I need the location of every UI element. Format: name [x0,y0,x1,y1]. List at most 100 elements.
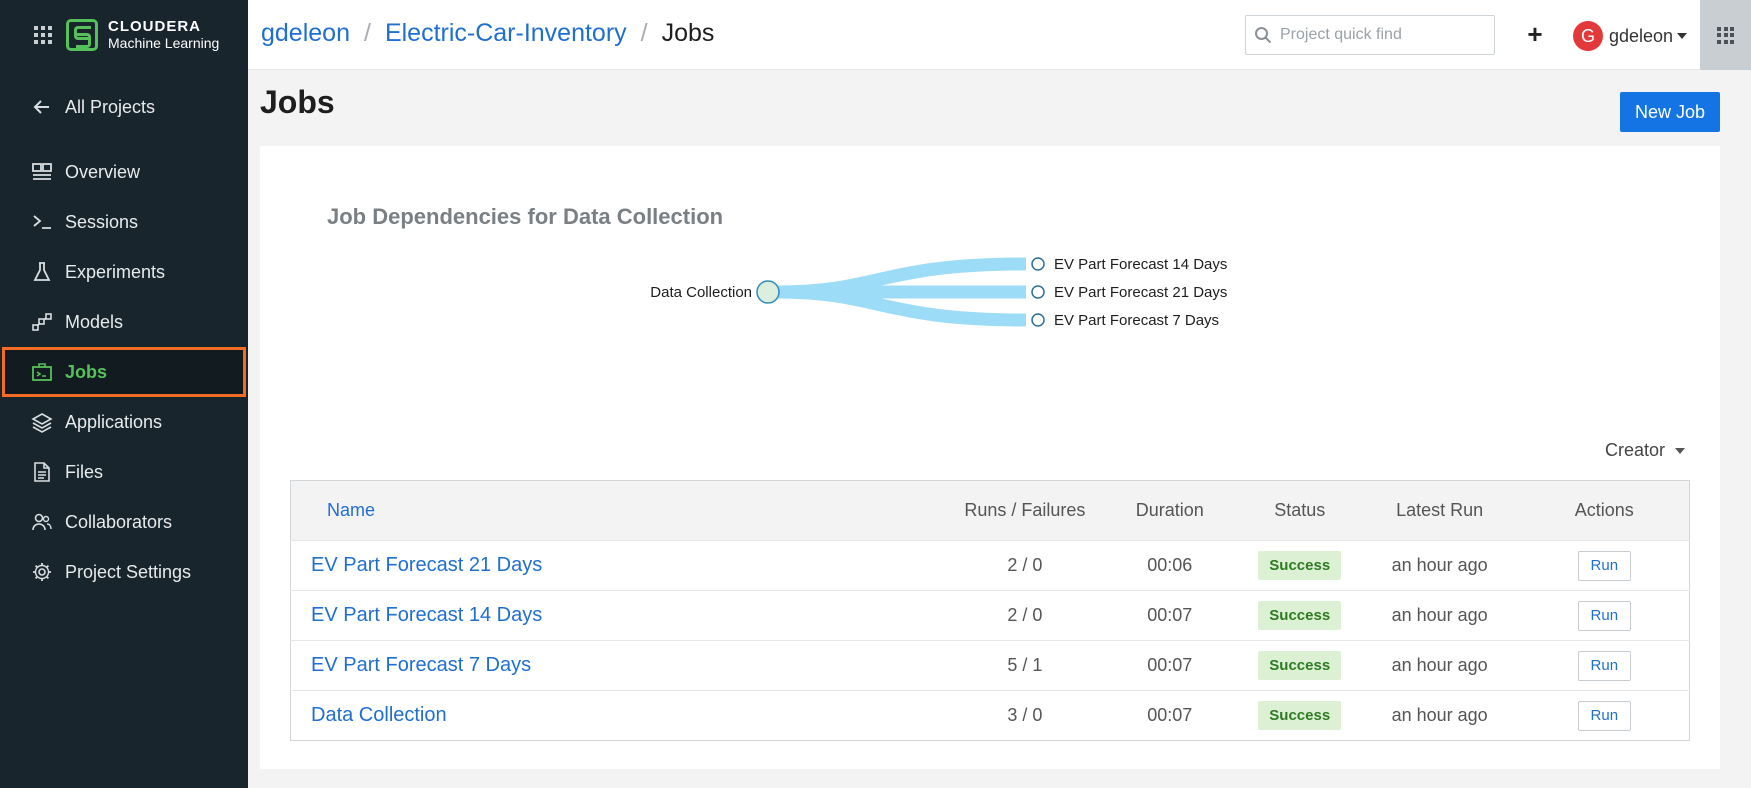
terminal-icon [31,211,53,233]
arrow-left-icon [31,96,53,118]
run-button[interactable]: Run [1577,600,1631,631]
grid-icon [1717,26,1734,44]
brand: CLOUDERA Machine Learning [0,0,248,70]
file-icon [31,461,53,483]
status-badge: Success [1258,651,1342,680]
job-latest-run-link[interactable]: an hour ago [1360,691,1520,741]
breadcrumb-user[interactable]: gdeleon [261,19,350,48]
sidebar-item-sessions[interactable]: Sessions [0,197,248,247]
sidebar-item-files[interactable]: Files [0,447,248,497]
column-runs-failures: Runs / Failures [964,500,1086,520]
breadcrumb-current: Jobs [661,19,715,47]
job-actions-cell: Run [1520,641,1690,691]
user-menu[interactable]: G gdeleon [1573,21,1688,51]
page-title: Jobs [260,84,335,120]
sidebar-item-label: Project Settings [65,561,192,582]
jobs-table: Name Runs / Failures Duration Status Lat… [290,480,1690,741]
sidebar-item-label: Jobs [65,361,108,382]
jobs-card: Job Dependencies for Data Collection Dat… [260,146,1720,769]
sidebar-item-label: All Projects [65,96,156,117]
breadcrumb: gdeleon / Electric-Car-Inventory / Jobs [261,19,714,48]
sidebar-item-experiments[interactable]: Experiments [0,247,248,297]
brand-name-line1: CLOUDERA [108,18,201,35]
graph-node-root[interactable] [756,280,780,304]
app-launcher-icon[interactable] [34,26,52,44]
dependencies-title: Job Dependencies for Data Collection [327,204,724,229]
job-name-link[interactable]: EV Part Forecast 14 Days [291,591,950,641]
column-duration: Duration [1135,500,1204,520]
sidebar-item-label: Sessions [65,211,139,232]
graph-edge [1097,414,1260,416]
run-button[interactable]: Run [1577,700,1631,731]
job-actions-cell: Run [1520,541,1690,591]
brand-text: CLOUDERA Machine Learning [108,18,220,52]
job-actions-cell: Run [1520,591,1690,641]
run-button[interactable]: Run [1577,650,1631,681]
search-input[interactable] [1280,26,1480,44]
brand-name-line2: Machine Learning [108,35,220,51]
table-row: EV Part Forecast 21 Days 2 / 0 00:06 Suc… [290,540,1690,591]
sidebar-item-jobs[interactable]: Jobs [2,347,246,397]
graph-node-21-days[interactable] [1031,285,1045,299]
table-header-row: Name Runs / Failures Duration Status Lat… [290,480,1690,541]
sidebar-item-label: Applications [65,411,163,432]
sidebar-item-overview[interactable]: Overview [0,147,248,197]
sidebar-item-applications[interactable]: Applications [0,397,248,447]
users-icon [31,511,53,533]
breadcrumb-separator: / [640,19,648,47]
job-status-cell: Success [1240,691,1360,741]
job-latest-run-link[interactable]: an hour ago [1360,541,1520,591]
run-button[interactable]: Run [1577,550,1631,581]
jobs-icon [31,361,53,383]
flask-icon [31,261,53,283]
top-header: gdeleon / Electric-Car-Inventory / Jobs … [248,0,1751,70]
table-row: EV Part Forecast 7 Days 5 / 1 00:07 Succ… [290,640,1690,691]
graph-node-14-days[interactable] [1031,257,1045,271]
sidebar: CLOUDERA Machine Learning All Projects O… [0,0,248,788]
dependency-graph-canvas: Data Collection EV Part Forecast 14 Days… [650,256,1227,329]
breadcrumb-project[interactable]: Electric-Car-Inventory [385,19,627,48]
sidebar-item-label: Models [65,311,124,332]
job-duration: 00:07 [1147,705,1193,725]
sidebar-item-models[interactable]: Models [0,297,248,347]
creator-filter[interactable]: Creator [1605,440,1686,461]
user-name: gdeleon [1609,25,1674,46]
project-quick-find[interactable] [1245,15,1495,55]
column-name[interactable]: Name [291,481,950,541]
graph-label-7-days: EV Part Forecast 7 Days [1054,312,1219,329]
table-row: EV Part Forecast 14 Days 2 / 0 00:07 Suc… [290,590,1690,641]
sidebar-item-label: Files [65,461,104,482]
app-switcher-button[interactable] [1700,0,1751,70]
gear-icon [31,561,53,583]
job-name-link[interactable]: Data Collection [291,691,950,741]
search-icon [1255,27,1272,44]
sidebar-item-collaborators[interactable]: Collaborators [0,497,248,547]
new-job-button[interactable]: New Job [1620,92,1720,132]
add-button[interactable]: + [1520,19,1550,50]
graph-label-14-days: EV Part Forecast 14 Days [1054,256,1227,273]
models-icon [31,311,53,333]
status-badge: Success [1258,551,1342,580]
table-row: Data Collection 3 / 0 00:07 Success an h… [290,690,1690,741]
job-name-link[interactable]: EV Part Forecast 7 Days [291,641,950,691]
avatar: G [1573,21,1603,51]
status-badge: Success [1258,701,1342,730]
sidebar-item-label: Collaborators [65,511,173,532]
sidebar-nav: All Projects Overview Sessions Experimen… [0,82,248,597]
job-duration: 00:07 [1147,655,1193,675]
chevron-down-icon [1675,447,1686,454]
status-badge: Success [1258,601,1342,630]
job-duration: 00:06 [1147,555,1193,575]
breadcrumb-separator: / [363,19,371,47]
column-actions: Actions [1574,500,1634,520]
job-latest-run-link[interactable]: an hour ago [1360,591,1520,641]
cloudera-logo-icon [66,19,98,51]
chevron-down-icon [1677,33,1688,39]
graph-node-7-days[interactable] [1031,313,1045,327]
graph-label-21-days: EV Part Forecast 21 Days [1054,284,1227,301]
creator-filter-label: Creator [1605,440,1666,460]
sidebar-item-project-settings[interactable]: Project Settings [0,547,248,597]
sidebar-item-all-projects[interactable]: All Projects [0,82,248,132]
job-name-link[interactable]: EV Part Forecast 21 Days [291,541,950,591]
job-latest-run-link[interactable]: an hour ago [1360,641,1520,691]
